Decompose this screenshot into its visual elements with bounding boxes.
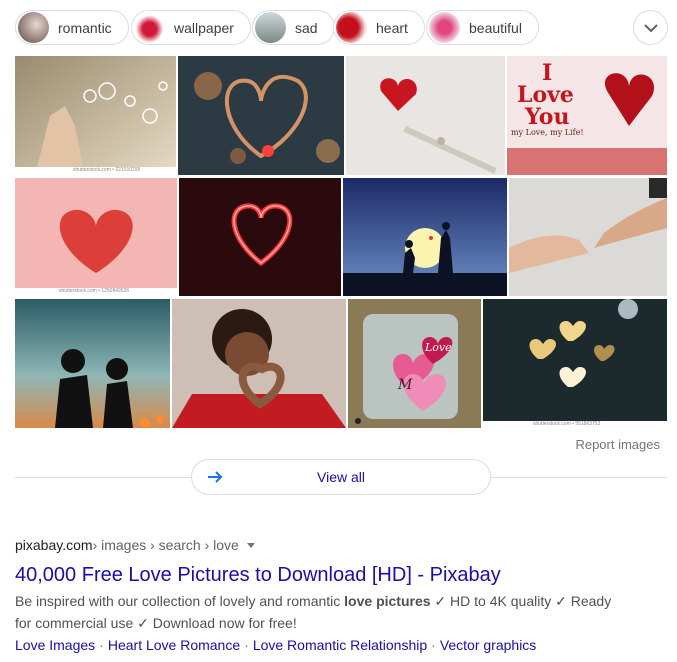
result-snippet: Be inspired with our collection of lovel…	[15, 590, 615, 634]
sitelink-love-romantic-relationship[interactable]: Love Romantic Relationship	[253, 637, 427, 653]
separator: ·	[431, 637, 436, 653]
result-title-link[interactable]: 40,000 Free Love Pictures to Download [H…	[15, 562, 615, 588]
sitelink-vector-graphics[interactable]: Vector graphics	[440, 637, 537, 653]
image-result-hand-bubbles[interactable]: shutterstock.com • 221010295	[15, 56, 176, 175]
image-result-hands-heart-woman[interactable]	[172, 299, 346, 428]
image-result-couple-silhouette[interactable]	[15, 299, 170, 428]
image-result-heart-mug[interactable]: Love M	[348, 299, 481, 428]
snippet-text: Be inspired with our collection of lovel…	[15, 593, 345, 609]
image-result-couple-night[interactable]	[343, 178, 507, 296]
image-result-neon-heart[interactable]	[179, 178, 341, 296]
chip-thumbnail	[18, 12, 49, 43]
chip-label: beautiful	[469, 19, 522, 36]
result-breadcrumb[interactable]: pixabay.com › images › search › love	[15, 536, 615, 554]
card-text-you: You	[525, 104, 570, 130]
chip-label: heart	[376, 19, 408, 36]
watermark: shutterstock.com • 1250849526	[59, 288, 130, 294]
arrow-right-icon	[208, 471, 223, 483]
chip-wallpaper[interactable]: wallpaper	[131, 10, 251, 45]
chip-beautiful[interactable]: beautiful	[426, 10, 539, 45]
mug-text-m: M	[398, 377, 413, 393]
chip-thumbnail	[429, 12, 460, 43]
expand-chips-button[interactable]	[633, 10, 668, 45]
chip-romantic[interactable]: romantic	[15, 10, 129, 45]
result-path: › images › search › love	[92, 537, 239, 553]
chip-label: romantic	[58, 19, 112, 36]
chip-thumbnail	[255, 12, 286, 43]
chip-label: wallpaper	[174, 19, 234, 36]
mug-text-love: Love	[425, 341, 452, 354]
image-result-i-love-you-card[interactable]: I Love You my Love, my Life!	[507, 56, 667, 175]
sitelink-love-images[interactable]: Love Images	[15, 637, 95, 653]
result-domain: pixabay.com	[15, 537, 93, 553]
related-search-chips: romantic wallpaper sad heart beautiful	[15, 10, 655, 46]
chip-heart[interactable]: heart	[333, 10, 425, 45]
view-all-button[interactable]: View all	[191, 459, 491, 495]
result-sitelinks: Love Images · Heart Love Romance · Love Roma…	[15, 634, 615, 656]
caret-down-icon[interactable]	[246, 542, 255, 548]
image-result-flower-heart[interactable]: shutterstock.com • 1250849526	[15, 178, 177, 296]
image-result-bokeh-hearts[interactable]: shutterstock.com • 551863753	[483, 299, 667, 428]
chip-sad[interactable]: sad	[252, 10, 335, 45]
sitelink-heart-love-romance[interactable]: Heart Love Romance	[108, 637, 240, 653]
chip-thumbnail	[336, 12, 367, 43]
snippet-bold-text: love pictures	[344, 593, 431, 609]
chip-thumbnail	[134, 12, 165, 43]
chip-label: sad	[295, 19, 318, 36]
image-result-heart-gift[interactable]	[346, 56, 505, 175]
watermark: shutterstock.com • 221010295	[73, 167, 141, 173]
view-all-label: View all	[317, 469, 365, 485]
chevron-down-icon	[643, 23, 658, 32]
report-images-link[interactable]: Report images	[575, 437, 660, 452]
image-result-bokeh-heart[interactable]	[178, 56, 344, 175]
separator: ·	[99, 637, 104, 653]
search-result-pixabay: pixabay.com › images › search › love 40,…	[15, 536, 615, 656]
watermark: shutterstock.com • 551863753	[533, 421, 601, 427]
separator: ·	[244, 637, 249, 653]
card-text-subtitle: my Love, my Life!	[511, 128, 584, 137]
image-result-pinky-promise[interactable]	[509, 178, 667, 296]
